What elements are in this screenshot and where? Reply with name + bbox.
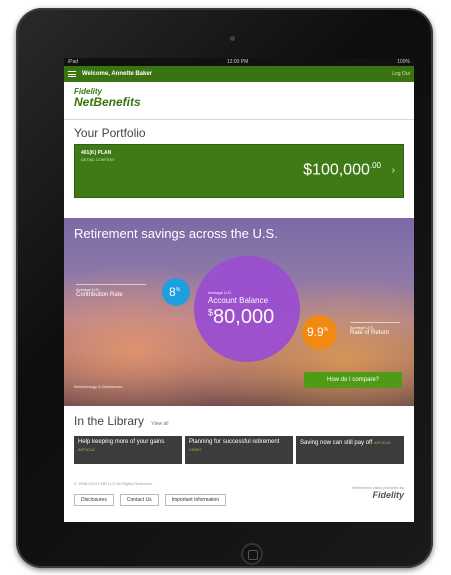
hero-title: Retirement savings across the U.S. [74, 226, 278, 241]
library-cards: Help keeping more of your gains ARTICLE … [74, 436, 404, 464]
status-bar: iPad 12:00 PM 100% [64, 58, 414, 66]
contribution-unit: % [175, 287, 181, 293]
balance-label-small: Average U.S. [208, 290, 232, 295]
screen: iPad 12:00 PM 100% Welcome, Annette Bake… [64, 58, 414, 522]
plan-card[interactable]: 401(K) PLAN DETAIL CONTENT $100,000.00 › [74, 144, 404, 198]
contribution-number: 8 [169, 285, 176, 299]
retirement-hero: Retirement savings across the U.S. Avera… [64, 218, 414, 406]
contribution-value: 8% [169, 285, 180, 299]
rate-unit: % [323, 327, 329, 333]
contact-us-button[interactable]: Contact Us [119, 494, 159, 506]
disclosures-button[interactable]: Disclosures [74, 494, 114, 506]
balance-value: $80,000 [208, 306, 274, 329]
fidelity-logo: Fidelity [372, 490, 404, 500]
footer-buttons: Disclosures Contact Us Important Informa… [74, 494, 227, 506]
library-card-tag: ARTICLE [373, 440, 391, 445]
library-card-text: Help keeping more of your gains [78, 439, 165, 445]
status-carrier: iPad [68, 59, 79, 65]
plan-balance-amount: $100,000 [303, 161, 370, 179]
footer-provider: Retirement plans provided by Fidelity [352, 485, 404, 500]
rate-value: 9.9% [307, 325, 328, 339]
library-card-tag: ARTICLE [78, 447, 95, 452]
chevron-right-icon[interactable]: › [392, 165, 395, 176]
library-card[interactable]: Planning for successful retirement VIDEO [185, 436, 293, 464]
copyright-text: © 1998-2014 FMR LLC All Rights Reserved. [74, 481, 153, 486]
rate-bubble[interactable]: 9.9% [302, 315, 337, 350]
library-card[interactable]: Help keeping more of your gains ARTICLE [74, 436, 182, 464]
contribution-bubble[interactable]: 8% [162, 278, 190, 306]
rate-number: 9.9 [307, 325, 324, 339]
library-card-tag: VIDEO [189, 447, 202, 452]
methodology-link[interactable]: Methodology & Disclosures [74, 384, 122, 389]
welcome-text: Welcome, Annette Baker [82, 71, 153, 77]
library-card-text: Saving now can still pay off [300, 440, 373, 446]
library-view-all-link[interactable]: View all [151, 421, 168, 427]
plan-balance: $100,000.00 [303, 161, 381, 179]
balance-number: 80,000 [213, 306, 275, 328]
brand-header: Fidelity NetBenefits [64, 82, 414, 120]
hamburger-menu-icon[interactable] [68, 71, 76, 77]
plan-name: 401(K) PLAN [81, 150, 112, 156]
logout-link[interactable]: Log Out [392, 71, 410, 77]
library-title: In the Library [74, 414, 145, 428]
status-battery: 100% [397, 59, 410, 65]
how-do-i-compare-button[interactable]: How do I compare? [304, 372, 402, 388]
library-heading: In the Library View all [74, 414, 169, 428]
rate-label: Average U.S. Rate of Return [350, 322, 400, 337]
camera-icon [230, 36, 235, 41]
contribution-label: Average U.S. Contribution Rate [76, 284, 146, 299]
home-button[interactable] [241, 543, 263, 565]
rate-label-text: Rate of Return [350, 330, 390, 336]
balance-label: Account Balance [208, 296, 269, 305]
contribution-label-text: Contribution Rate [76, 292, 123, 298]
plan-balance-cents: .00 [369, 161, 381, 170]
status-time: 12:00 PM [226, 59, 249, 65]
important-information-button[interactable]: Important Information [164, 494, 227, 506]
top-nav-bar: Welcome, Annette Baker Log Out [64, 66, 414, 82]
balance-bubble[interactable]: Average U.S. Account Balance $80,000 [194, 256, 300, 362]
portfolio-title: Your Portfolio [74, 126, 146, 140]
plan-subtitle: DETAIL CONTENT [81, 157, 116, 162]
library-card[interactable]: Saving now can still pay off ARTICLE [296, 436, 404, 464]
library-card-text: Planning for successful retirement [189, 439, 280, 445]
brand-logo-line2: NetBenefits [74, 95, 141, 109]
